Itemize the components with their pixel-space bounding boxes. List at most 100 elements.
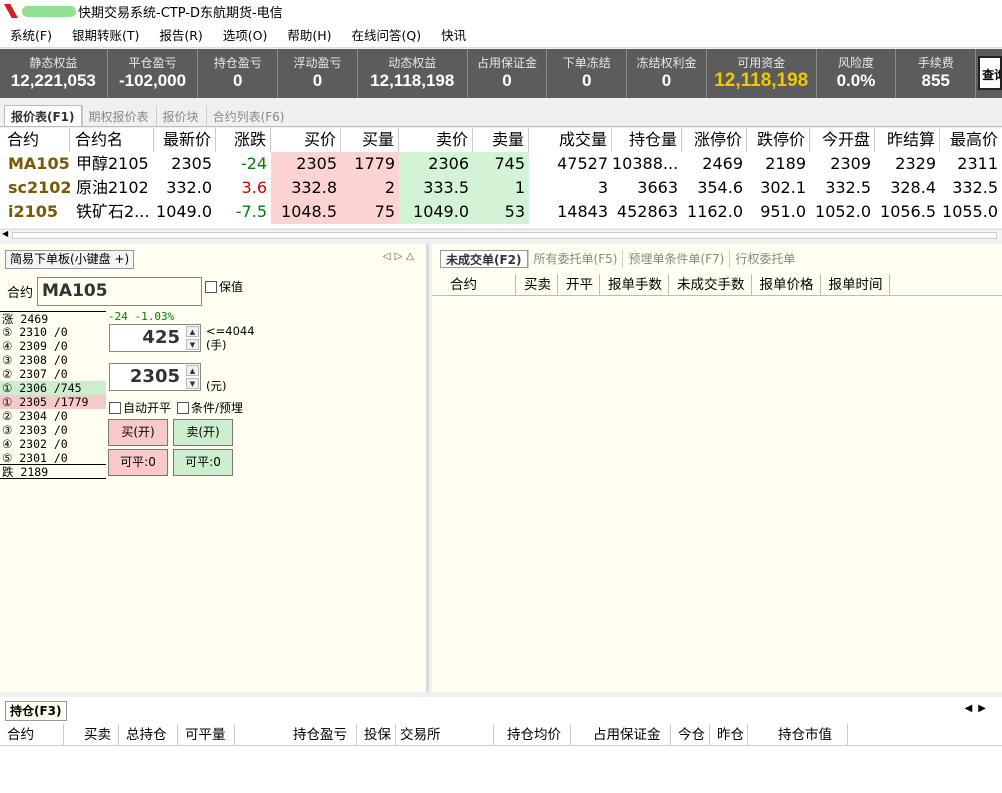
panel-nav-icons[interactable]: ◁▷△ [383, 251, 418, 262]
col-header[interactable]: 涨跌 [216, 128, 271, 152]
auto-open-close-checkbox[interactable]: 自动开平 [109, 399, 171, 416]
col-header[interactable]: 最高价 [940, 128, 1002, 152]
menu-online-qa[interactable]: 在线问答(Q) [342, 25, 432, 44]
positions-nav-icons[interactable]: ◀▶ [965, 703, 992, 714]
depth-bid-3[interactable]: ③ 2303 /0 [0, 423, 106, 437]
quantity-stepper[interactable]: 425 ▲ ▼ [109, 324, 201, 352]
col-header[interactable]: 买卖 [516, 274, 558, 295]
tab-positions[interactable]: 持仓(F3) [5, 701, 67, 721]
menu-news[interactable]: 快讯 [431, 25, 476, 44]
col-header[interactable]: 最新价 [154, 128, 216, 152]
col-header[interactable]: 涨停价 [682, 128, 747, 152]
menu-report[interactable]: 报告(R) [149, 25, 212, 44]
col-header[interactable]: 今开盘 [810, 128, 875, 152]
tab-simple-order[interactable]: 简易下单板(小键盘 +) [5, 250, 135, 269]
col-header[interactable]: 合约 [0, 724, 64, 745]
horizontal-scrollbar[interactable]: ◀ [0, 229, 1002, 240]
checkbox-icon[interactable] [205, 280, 217, 293]
col-header[interactable]: 持仓盈亏 [235, 724, 357, 745]
depth-ask-5[interactable]: ⑤ 2310 /0 [0, 325, 106, 339]
ask-volume: 745 [473, 152, 529, 176]
buy-open-button[interactable]: 买(开) [108, 419, 168, 446]
col-header[interactable]: 买量 [341, 128, 399, 152]
col-header[interactable]: 可平量 [178, 724, 235, 745]
depth-ask-3[interactable]: ③ 2308 /0 [0, 353, 106, 367]
tab-all-orders[interactable]: 所有委托单(F5) [527, 250, 623, 268]
tab-quote-table[interactable]: 报价表(F1) [4, 105, 82, 126]
depth-ask-4[interactable]: ④ 2309 /0 [0, 339, 106, 353]
price-value[interactable]: 2305 [130, 366, 180, 387]
stepper-up-icon[interactable]: ▲ [186, 326, 199, 337]
stepper-arrows[interactable]: ▲ ▼ [186, 365, 199, 389]
hedge-checkbox[interactable]: 保值 [205, 278, 243, 295]
buy-close-button[interactable]: 可平:0 [108, 449, 168, 476]
tab-conditional-orders[interactable]: 预埋单条件单(F7) [622, 250, 729, 268]
depth-bid-2[interactable]: ② 2304 /0 [0, 409, 106, 423]
col-header[interactable]: 持仓均价 [494, 724, 571, 745]
depth-lower-limit[interactable]: 跌 2189 [0, 465, 106, 479]
col-header[interactable]: 买卖 [64, 724, 119, 745]
pre-settle: 328.4 [890, 178, 936, 197]
col-header[interactable]: 报单手数 [600, 274, 669, 295]
stat-available-funds: 可用资金 12,118,198 [707, 49, 817, 98]
scroll-thumb[interactable] [12, 232, 997, 239]
col-header[interactable]: 投保 [357, 724, 396, 745]
col-header[interactable]: 昨结算 [875, 128, 940, 152]
col-header[interactable]: 报单时间 [821, 274, 890, 295]
stepper-arrows[interactable]: ▲ ▼ [186, 326, 199, 350]
col-header[interactable]: 合约 [0, 128, 70, 152]
col-header[interactable]: 交易所 [396, 724, 494, 745]
depth-bid-4[interactable]: ④ 2302 /0 [0, 437, 106, 451]
col-header[interactable]: 合约名 [70, 128, 154, 152]
conditional-order-checkbox[interactable]: 条件/预埋 [177, 399, 243, 416]
sell-close-button[interactable]: 可平:0 [173, 449, 233, 476]
col-header[interactable]: 跌停价 [747, 128, 810, 152]
stepper-down-icon[interactable]: ▼ [186, 339, 199, 350]
quote-row[interactable]: MA105 甲醇2105 2305 -24 2305 1779 2306 745… [0, 152, 1002, 176]
depth-upper-limit[interactable]: 涨 2469 [0, 311, 106, 326]
quantity-value[interactable]: 425 [142, 327, 180, 348]
depth-ask-2[interactable]: ② 2307 /0 [0, 367, 106, 381]
checkbox-icon[interactable] [177, 401, 189, 414]
depth-ask-1[interactable]: ① 2306 /745 [0, 381, 106, 395]
depth-bid-1[interactable]: ① 2305 /1779 [0, 395, 106, 409]
stepper-down-icon[interactable]: ▼ [186, 378, 199, 389]
bid-price: 332.8 [271, 176, 341, 200]
col-header[interactable]: 昨仓 [710, 724, 748, 745]
col-header[interactable]: 报单价格 [752, 274, 821, 295]
tab-quote-blocks[interactable]: 报价块 [155, 105, 206, 126]
col-header[interactable]: 买价 [271, 128, 341, 152]
tab-exercise-orders[interactable]: 行权委托单 [729, 250, 800, 268]
col-header[interactable]: 总持仓 [119, 724, 178, 745]
scroll-left-icon[interactable]: ◀ [2, 229, 8, 238]
col-header[interactable]: 卖量 [473, 128, 529, 152]
col-header[interactable]: 开平 [558, 274, 600, 295]
tab-pending-orders[interactable]: 未成交单(F2) [440, 250, 528, 268]
stat-premium-frozen: 冻结权利金 0 [627, 49, 707, 98]
volume: 14843 [557, 202, 608, 221]
col-header[interactable]: 持仓量 [612, 128, 682, 152]
stepper-up-icon[interactable]: ▲ [186, 365, 199, 376]
col-header[interactable]: 未成交手数 [669, 274, 752, 295]
col-header[interactable]: 占用保证金 [571, 724, 671, 745]
col-header[interactable]: 卖价 [399, 128, 473, 152]
contract-input[interactable]: MA105 [37, 277, 202, 306]
last-price: 332.0 [166, 178, 212, 197]
col-header[interactable]: 今仓 [671, 724, 710, 745]
menu-system[interactable]: 系统(F) [0, 25, 62, 44]
col-header[interactable]: 持仓市值 [748, 724, 848, 745]
quote-row[interactable]: sc2102 原油2102 332.0 3.6 332.8 2 333.5 1 … [0, 176, 1002, 200]
col-header[interactable]: 成交量 [529, 128, 612, 152]
quote-row[interactable]: i2105 铁矿石2... 1049.0 -7.5 1048.5 75 1049… [0, 200, 1002, 224]
price-stepper[interactable]: 2305 ▲ ▼ [109, 363, 201, 391]
depth-bid-5[interactable]: ⑤ 2301 /0 [0, 451, 106, 465]
col-header[interactable]: 合约 [442, 274, 516, 295]
menu-help[interactable]: 帮助(H) [277, 25, 341, 44]
tab-contract-list[interactable]: 合约列表(F6) [205, 105, 292, 126]
checkbox-icon[interactable] [109, 401, 121, 414]
tab-option-quotes[interactable]: 期权报价表 [81, 105, 156, 126]
query-button[interactable]: 查询 [978, 56, 1002, 90]
sell-open-button[interactable]: 卖(开) [173, 419, 233, 446]
menu-options[interactable]: 选项(O) [213, 25, 278, 44]
menu-bank-transfer[interactable]: 银期转账(T) [62, 25, 149, 44]
